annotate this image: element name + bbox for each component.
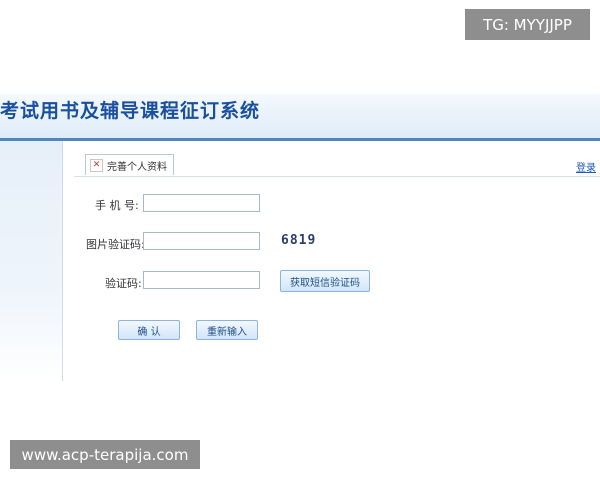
page-title: 考试用书及辅导课程征订系统 [0,100,261,122]
bottom-left-label: www.acp-terapija.com [10,440,200,469]
close-icon[interactable]: ✕ [90,158,103,172]
login-link[interactable]: 登录 [576,159,596,174]
image-captcha-label: 图片验证码: [86,238,145,251]
image-captcha-input[interactable] [143,232,260,250]
reset-button[interactable]: 重新输入 [196,320,258,340]
tab-label: 完善个人资料 [107,161,167,173]
sms-code-input[interactable] [143,271,260,289]
top-right-label: TG: MYYJJPP [465,9,590,40]
phone-label: 手 机 号: [95,199,139,212]
tab-complete-profile[interactable]: ✕ 完善个人资料 [85,154,174,175]
get-sms-code-button[interactable]: 获取短信验证码 [280,270,370,292]
phone-input[interactable] [143,194,260,212]
sms-code-label: 验证码: [105,277,142,290]
left-panel [0,141,63,381]
captcha-image[interactable]: 6819 [281,233,316,248]
confirm-button[interactable]: 确 认 [118,320,180,340]
